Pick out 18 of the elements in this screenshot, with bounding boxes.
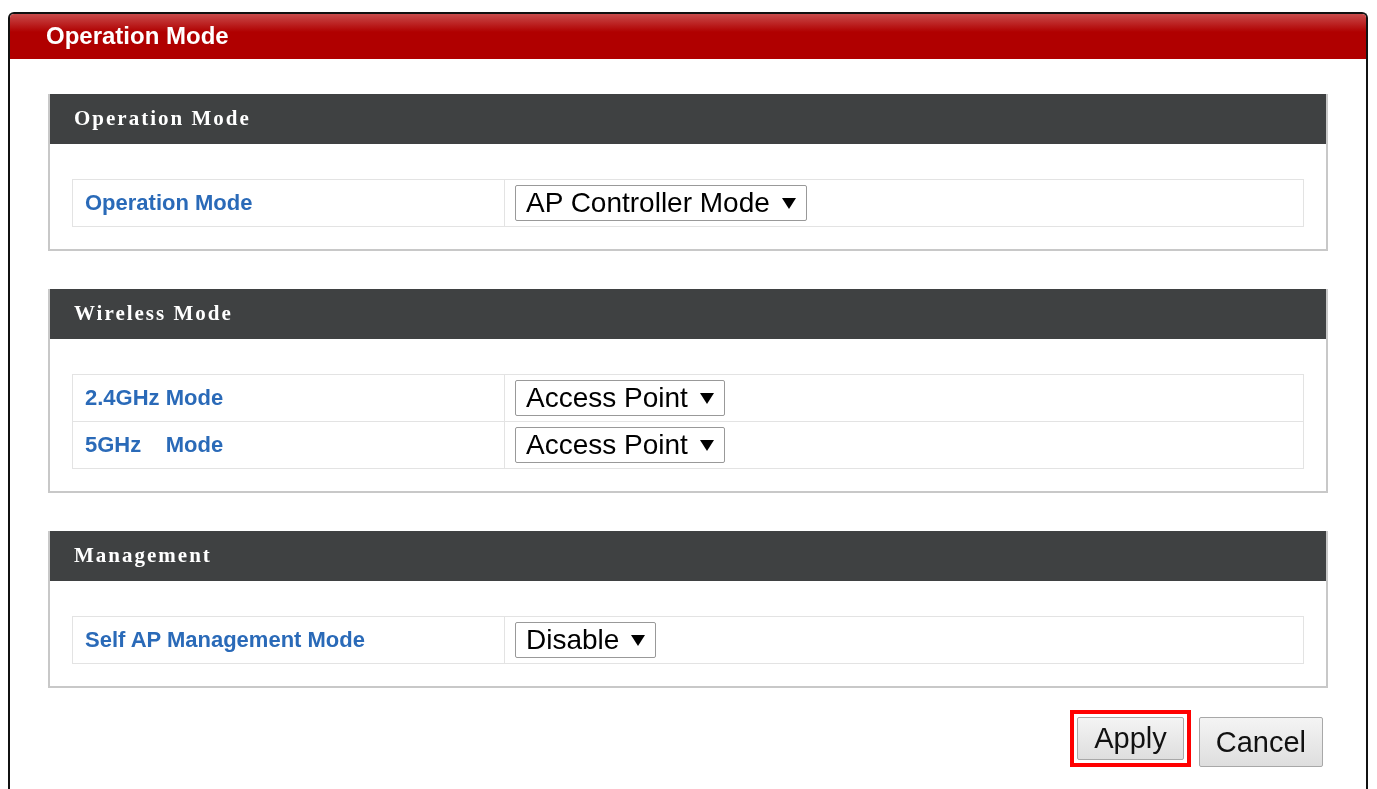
action-button[interactable]: Apply bbox=[1077, 717, 1184, 760]
field-label: 5GHz Mode bbox=[73, 422, 505, 468]
caret-icon bbox=[699, 439, 714, 451]
dropdown[interactable]: AP Controller Mode bbox=[515, 185, 807, 221]
dropdown[interactable]: Access Point bbox=[515, 427, 725, 463]
caret-icon bbox=[781, 197, 796, 209]
caret-icon bbox=[699, 392, 714, 404]
section-header: Operation Mode bbox=[50, 94, 1326, 144]
caret-icon bbox=[631, 634, 646, 646]
dropdown[interactable]: Disable bbox=[515, 622, 657, 658]
field-label: Operation Mode bbox=[73, 180, 505, 226]
section-header: Wireless Mode bbox=[50, 289, 1326, 339]
field-label: Self AP Management Mode bbox=[73, 617, 505, 663]
action-button[interactable]: Cancel bbox=[1198, 717, 1323, 767]
window-title: Operation Mode bbox=[10, 14, 1366, 59]
field-label: 2.4GHz Mode bbox=[73, 375, 505, 421]
dropdown[interactable]: Access Point bbox=[515, 380, 725, 416]
section-header: Management bbox=[50, 531, 1326, 581]
